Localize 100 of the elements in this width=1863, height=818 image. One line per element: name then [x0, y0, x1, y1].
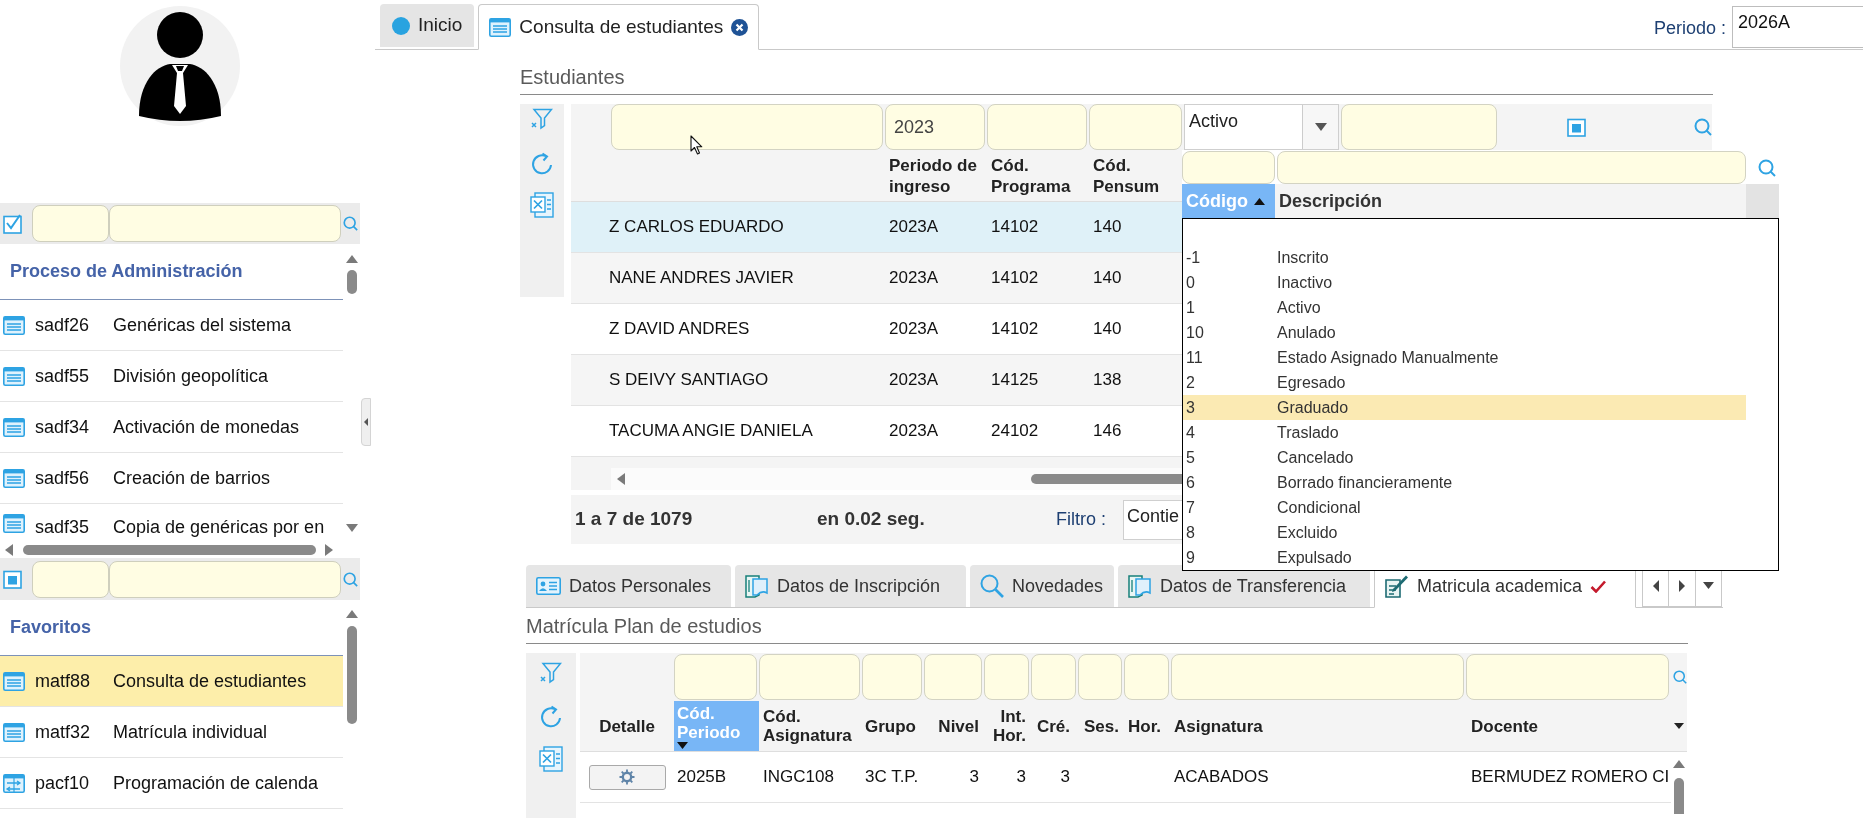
caret-down-icon[interactable]	[1674, 723, 1684, 729]
table-row[interactable]: Z CARLOS EDUARDO 2023A 14102 140	[571, 202, 1182, 253]
filter-clear-icon[interactable]	[531, 108, 553, 130]
pen-document-icon	[1385, 574, 1409, 598]
column-header[interactable]: Periodo de ingreso	[885, 150, 987, 201]
list-window-icon	[3, 468, 25, 488]
tab[interactable]: Inicio	[380, 4, 475, 47]
filter-field[interactable]	[1078, 654, 1122, 700]
list-window-icon	[3, 417, 25, 437]
scrollbar-thumb[interactable]	[346, 270, 357, 294]
filter-field[interactable]	[1277, 151, 1746, 184]
scrollbar-thumb[interactable]	[1031, 474, 1182, 484]
column-header[interactable]: Int. Hor.	[984, 701, 1031, 751]
section-title: Estudiantes	[520, 64, 1713, 95]
filter-field[interactable]	[987, 104, 1087, 150]
caret-down-icon	[1703, 582, 1714, 589]
column-header[interactable]: Cód. Asignatura	[759, 701, 862, 751]
column-header[interactable]: Docente	[1466, 701, 1671, 751]
table-cell-text: 3C T.P.	[865, 766, 919, 789]
dot-icon	[392, 16, 410, 35]
filter-field[interactable]	[1182, 151, 1275, 184]
period-field[interactable]: 2026A	[1732, 6, 1863, 48]
table-cell-text: 138	[1092, 369, 1123, 392]
filter-field[interactable]	[1124, 654, 1169, 700]
table-row[interactable]: NANE ANDRES JAVIER 2023A 14102 140	[571, 253, 1182, 304]
checkbox-icon[interactable]	[3, 569, 22, 589]
table-cell-text: BERMUDEZ ROMERO CI	[1471, 766, 1670, 789]
scroll-up-icon[interactable]	[1673, 760, 1685, 768]
tab[interactable]: Datos Personales	[526, 565, 731, 607]
table-row[interactable]: S DEIVY SANTIAGO 2023A 14125 138	[571, 355, 1182, 406]
filter-field[interactable]	[32, 560, 109, 598]
column-header[interactable]: Detalle	[580, 701, 674, 751]
period-label: Periodo :	[1653, 17, 1726, 40]
table-cell-text: 3	[969, 766, 979, 789]
menu-item[interactable]: matf88 Consulta de estudiantes	[0, 656, 343, 707]
filter-field[interactable]	[984, 654, 1029, 700]
checkbox-icon[interactable]	[1567, 117, 1586, 137]
checkbox-icon[interactable]	[3, 213, 22, 234]
filter-field[interactable]	[611, 104, 883, 150]
list-window-icon	[489, 17, 512, 37]
collapse-handle[interactable]	[361, 398, 371, 446]
filter-field[interactable]	[1341, 104, 1497, 150]
filter-field[interactable]	[1089, 104, 1182, 150]
filter-field[interactable]	[924, 654, 982, 700]
scroll-right-icon[interactable]	[325, 544, 333, 556]
tab[interactable]: Novedades	[970, 565, 1114, 607]
dropdown-option[interactable]: 3 Graduado	[1183, 395, 1746, 420]
search-icon[interactable]	[1758, 158, 1776, 177]
filter-field[interactable]	[674, 654, 757, 700]
filter-field[interactable]	[109, 205, 341, 242]
column-header[interactable]: Cód. Pensum	[1089, 150, 1182, 201]
filter-field[interactable]	[1466, 654, 1669, 700]
filter-field[interactable]: 2023	[885, 104, 985, 150]
scrollbar-thumb[interactable]	[23, 545, 316, 555]
column-header[interactable]: Descripción	[1275, 184, 1746, 218]
table-cell-text: 2023A	[888, 420, 940, 443]
scroll-up-icon[interactable]	[345, 610, 358, 618]
search-icon	[980, 574, 1004, 598]
table-cell-text: S DEIVY SANTIAGO	[608, 369, 770, 392]
dropdown-button[interactable]	[1302, 105, 1338, 149]
filter-mode-select[interactable]: Contie	[1123, 500, 1182, 540]
scrollbar-thumb[interactable]	[1674, 778, 1684, 814]
refresh-icon[interactable]	[539, 705, 563, 729]
table-cell-text: 140	[1092, 216, 1123, 239]
filter-field[interactable]	[1031, 654, 1076, 700]
filter-field[interactable]	[862, 654, 922, 700]
filter-field[interactable]	[109, 560, 341, 598]
column-header[interactable]: Asignatura	[1171, 701, 1466, 751]
search-icon[interactable]	[343, 571, 358, 587]
column-header[interactable]: Grupo	[862, 701, 924, 751]
filter-clear-icon[interactable]	[540, 662, 562, 684]
filter-field[interactable]	[759, 654, 860, 700]
tab[interactable]: Consulta de estudiantes	[478, 4, 760, 50]
filter-field[interactable]	[32, 205, 109, 242]
column-header[interactable]: Cré.	[1031, 701, 1078, 751]
scroll-left-icon[interactable]	[617, 473, 625, 485]
column-header[interactable]: Nivel	[924, 701, 984, 751]
table-cell-text: 14125	[990, 369, 1040, 392]
detail-button[interactable]	[588, 764, 666, 790]
column-header[interactable]: Cód. Programa	[987, 150, 1089, 201]
table-cell-text: 14102	[990, 216, 1040, 239]
scroll-left-icon[interactable]	[5, 544, 13, 556]
caret-left-icon	[364, 418, 368, 426]
filter-field[interactable]	[1171, 654, 1464, 700]
scrollbar-thumb[interactable]	[346, 626, 357, 724]
status-select[interactable]: Activo	[1184, 104, 1339, 150]
tab[interactable]: Datos de Inscripción	[735, 565, 966, 607]
document-icon	[745, 574, 769, 598]
scroll-down-icon[interactable]	[345, 524, 358, 532]
window-arrows-icon	[3, 773, 25, 793]
column-header[interactable]: Ses.	[1078, 701, 1124, 751]
spreadsheet-icon[interactable]	[539, 746, 563, 772]
scroll-up-icon[interactable]	[345, 255, 358, 263]
column-header[interactable]: Hor.	[1124, 701, 1171, 751]
search-icon[interactable]	[1694, 118, 1712, 136]
refresh-icon[interactable]	[530, 152, 554, 176]
spreadsheet-icon[interactable]	[530, 192, 554, 218]
search-icon[interactable]	[1673, 670, 1687, 684]
close-icon[interactable]	[731, 18, 749, 36]
search-icon[interactable]	[343, 216, 358, 231]
